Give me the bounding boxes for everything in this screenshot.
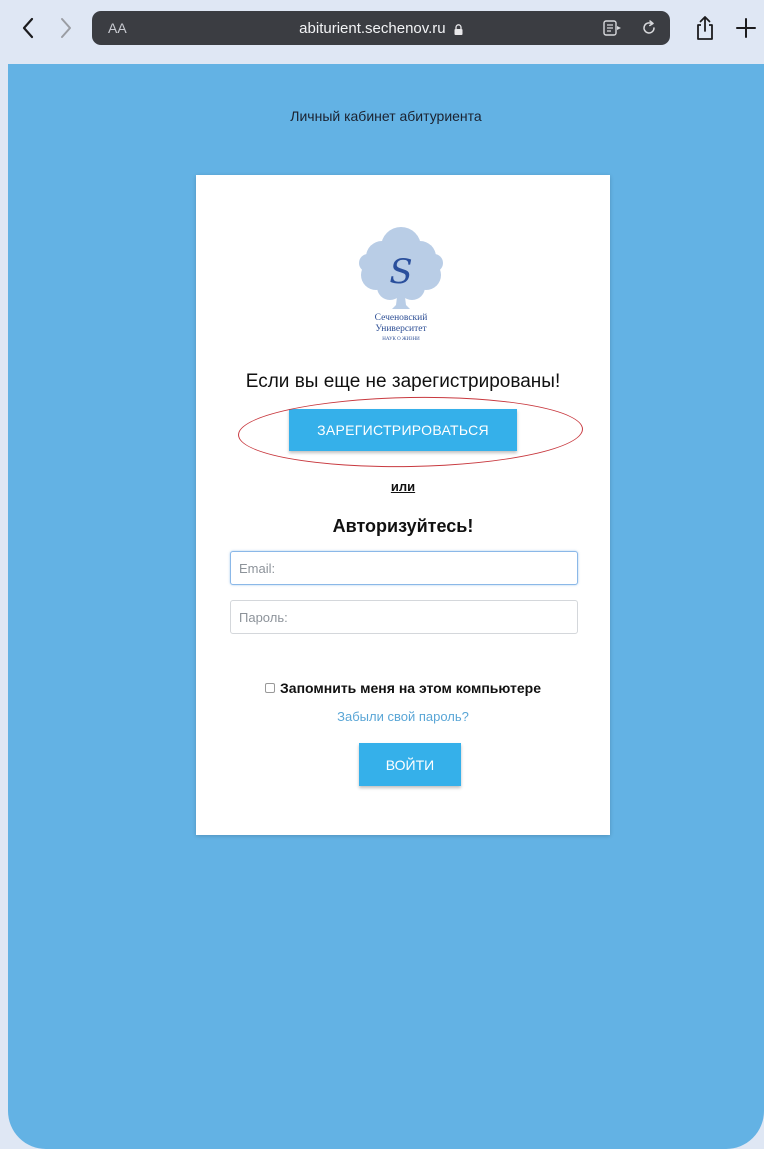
share-icon — [697, 16, 713, 40]
chevron-left-icon — [22, 17, 34, 39]
or-separator: или — [390, 479, 416, 494]
login-button[interactable]: ВОЙТИ — [359, 743, 461, 786]
share-button[interactable] — [694, 14, 716, 42]
page-title: Личный кабинет абитуриента — [290, 108, 482, 124]
reader-icon — [603, 20, 621, 36]
url-display: abiturient.sechenov.ru — [92, 20, 670, 37]
chevron-right-icon — [61, 18, 71, 38]
new-tab-button[interactable] — [734, 16, 758, 40]
remember-me-row: Запомнить меня на этом компьютере — [196, 680, 610, 696]
browser-toolbar: AA abiturient.sechenov.ru — [8, 0, 764, 64]
lock-icon — [454, 23, 463, 35]
login-card: S Сеченовский Университет НАУК О ЖИЗНИ Е… — [196, 175, 610, 835]
email-input[interactable] — [230, 551, 578, 585]
university-logo: S Сеченовский Университет НАУК О ЖИЗНИ — [346, 219, 456, 347]
forward-button[interactable] — [54, 14, 78, 42]
register-heading: Если вы еще не зарегистрированы! — [245, 371, 561, 392]
forgot-password-link[interactable]: Забыли свой пароль? — [196, 709, 610, 724]
reload-icon — [643, 20, 655, 34]
register-button[interactable]: ЗАРЕГИСТРИРОВАТЬСЯ — [289, 409, 517, 451]
tree-logo-icon: S Сеченовский Университет НАУК О ЖИЗНИ — [359, 227, 443, 342]
logo-letter: S — [389, 252, 412, 292]
logo-line1: Сеченовский — [375, 312, 428, 323]
remember-me-checkbox[interactable] — [265, 682, 276, 693]
plus-icon — [736, 18, 756, 38]
address-bar[interactable]: AA abiturient.sechenov.ru — [92, 11, 670, 45]
back-button[interactable] — [16, 14, 40, 42]
password-input[interactable] — [230, 600, 578, 634]
logo-line3: НАУК О ЖИЗНИ — [382, 337, 420, 342]
login-heading: Авторизуйтесь! — [332, 516, 474, 536]
remember-me-label[interactable]: Запомнить меня на этом компьютере — [280, 680, 541, 696]
reload-button[interactable] — [640, 19, 658, 37]
browser-screen: AA abiturient.sechenov.ru Личный кабинет… — [8, 0, 764, 1149]
url-text: abiturient.sechenov.ru — [299, 20, 446, 37]
reader-mode-button[interactable] — [602, 19, 624, 37]
logo-line2: Университет — [375, 324, 427, 334]
